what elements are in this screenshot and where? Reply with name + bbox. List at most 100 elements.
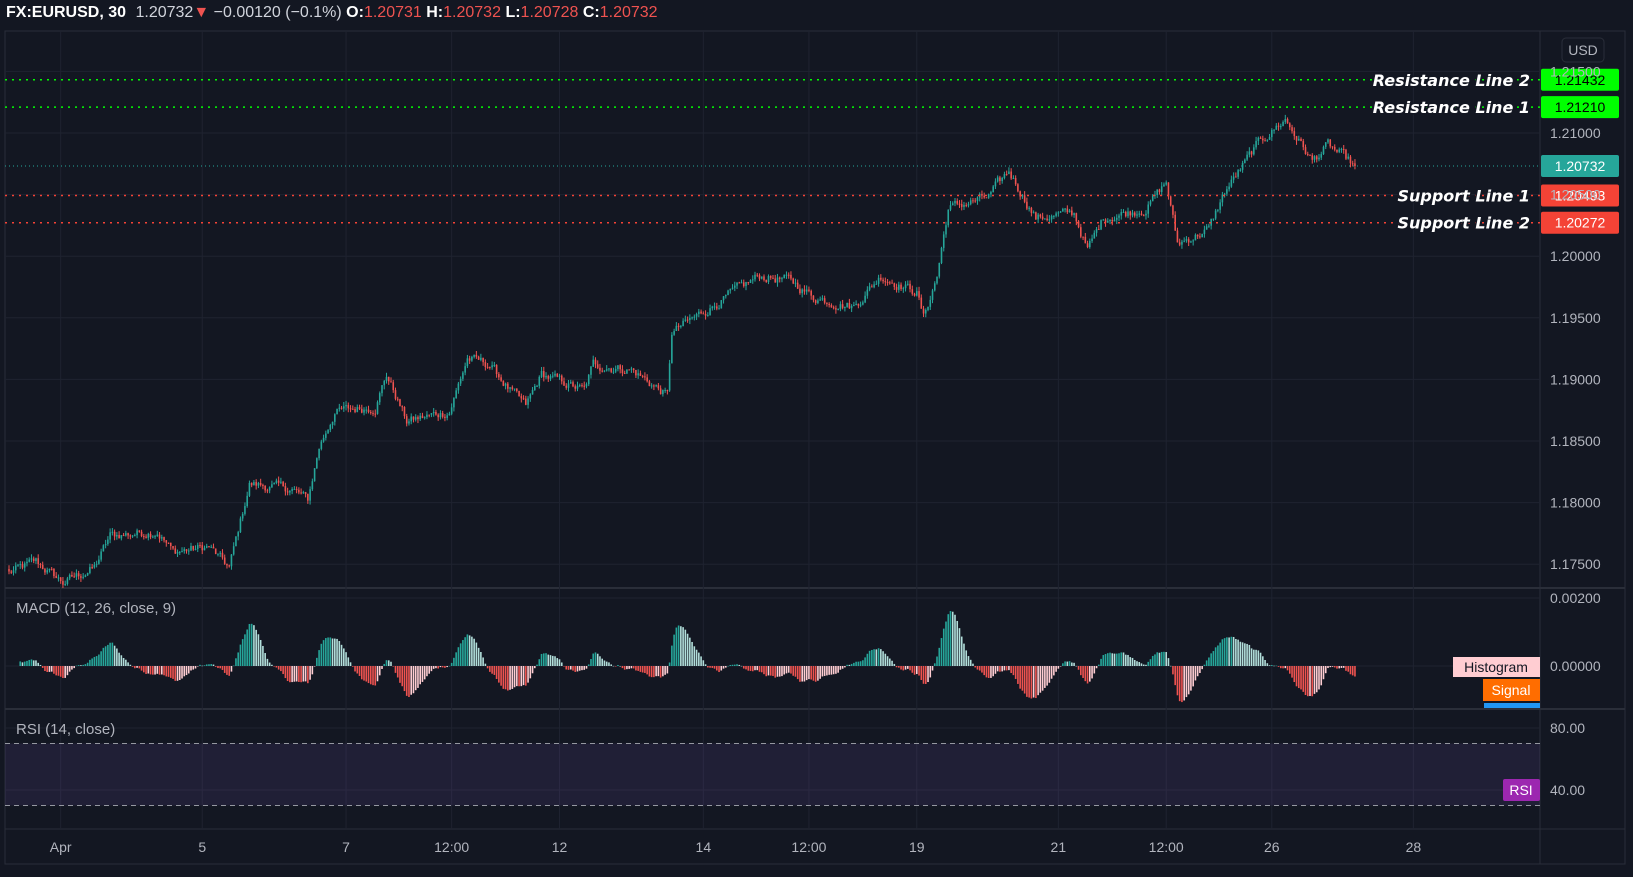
candle-body <box>174 548 177 554</box>
candle <box>796 279 799 290</box>
histogram-bar <box>958 628 961 666</box>
histogram-bar <box>455 652 457 666</box>
candle <box>671 332 673 364</box>
candle-body <box>345 405 347 407</box>
chart-canvas[interactable]: Resistance Line 2 1.21432Resistance Line … <box>0 0 1633 877</box>
candle-body <box>763 276 765 281</box>
candle <box>1149 199 1152 207</box>
histogram-bar <box>904 666 907 670</box>
candle-body <box>21 564 24 568</box>
candle <box>390 377 392 383</box>
candle-body <box>1320 154 1323 158</box>
candle <box>1306 151 1309 157</box>
histogram-bar <box>354 666 356 672</box>
macd-tag <box>1484 703 1540 708</box>
histogram-bar <box>965 650 968 666</box>
candle <box>104 539 107 549</box>
candle <box>450 403 453 416</box>
candle-body <box>471 356 473 361</box>
candle-body <box>877 277 880 284</box>
candle <box>578 383 581 388</box>
histogram-bar <box>1172 666 1174 675</box>
histogram-bar <box>210 664 213 666</box>
histogram-bar <box>1151 655 1154 666</box>
candle-body <box>244 506 246 514</box>
candle <box>19 561 22 569</box>
candle <box>255 479 257 490</box>
candle <box>545 372 547 380</box>
candle <box>729 288 732 294</box>
candle <box>1129 210 1132 220</box>
candle-body <box>574 386 577 389</box>
candle-body <box>134 535 136 537</box>
candle-body <box>1297 138 1300 141</box>
histogram-bar <box>208 664 210 666</box>
candle <box>801 288 803 298</box>
level-label: Resistance Line 2 <box>1373 71 1530 90</box>
histogram-bar <box>401 666 404 687</box>
candle <box>1147 201 1150 218</box>
histogram-bar <box>1201 666 1203 670</box>
histogram-bar <box>724 666 727 668</box>
histogram-bar <box>909 666 911 671</box>
histogram-bar <box>594 652 597 666</box>
candle <box>563 377 565 386</box>
histogram-bar <box>1320 666 1323 686</box>
histogram-bar <box>590 659 592 666</box>
histogram-bar <box>1329 666 1332 668</box>
candle <box>349 405 352 413</box>
histogram-bar <box>419 666 422 685</box>
candle-body <box>623 373 626 375</box>
price-tick-label: 1.19000 <box>1550 371 1601 387</box>
candle-body <box>1032 212 1035 214</box>
candle-body <box>100 551 102 560</box>
histogram-bar <box>1257 650 1260 666</box>
candle-body <box>996 177 999 182</box>
histogram-bar <box>199 664 201 666</box>
candle-body <box>702 313 705 315</box>
histogram-bar <box>64 666 66 678</box>
candle <box>527 396 529 409</box>
candle-body <box>738 282 741 284</box>
candle <box>516 388 518 393</box>
rsi-legend[interactable]: RSI (14, close) <box>16 721 115 738</box>
candle <box>509 387 511 393</box>
candle <box>325 430 327 441</box>
histogram-bar <box>1271 665 1273 666</box>
time-tick-label: 28 <box>1406 839 1422 855</box>
candle <box>1219 199 1221 214</box>
histogram-bar <box>875 649 878 666</box>
candle <box>419 412 422 422</box>
candle <box>232 542 235 556</box>
histogram-bar <box>864 657 866 666</box>
candle-body <box>839 304 842 310</box>
candle-body <box>331 421 334 425</box>
candle-body <box>711 306 714 309</box>
candle <box>1201 233 1203 238</box>
histogram-bar <box>300 666 302 683</box>
currency-button[interactable]: USD <box>1561 37 1605 63</box>
macd-legend[interactable]: MACD (12, 26, close, 9) <box>16 600 176 617</box>
candle <box>430 413 433 418</box>
candle-body <box>520 396 523 399</box>
candle-body <box>493 364 496 366</box>
candle-body <box>644 376 646 378</box>
candle <box>1257 136 1260 146</box>
candle <box>1100 219 1102 231</box>
candle-body <box>545 376 547 378</box>
candle <box>873 281 875 289</box>
histogram-bar <box>740 665 743 667</box>
candle-body <box>601 370 604 372</box>
candle-body <box>1133 212 1136 216</box>
candle-body <box>307 494 309 501</box>
candle <box>131 535 134 538</box>
candle-body <box>814 300 817 303</box>
candle <box>965 202 968 208</box>
candle <box>592 355 595 367</box>
candle-body <box>484 362 487 367</box>
candle-body <box>974 200 977 202</box>
candle-body <box>257 482 260 486</box>
candle-body <box>1277 125 1280 127</box>
histogram-bar <box>1190 666 1192 691</box>
candle <box>969 197 972 206</box>
